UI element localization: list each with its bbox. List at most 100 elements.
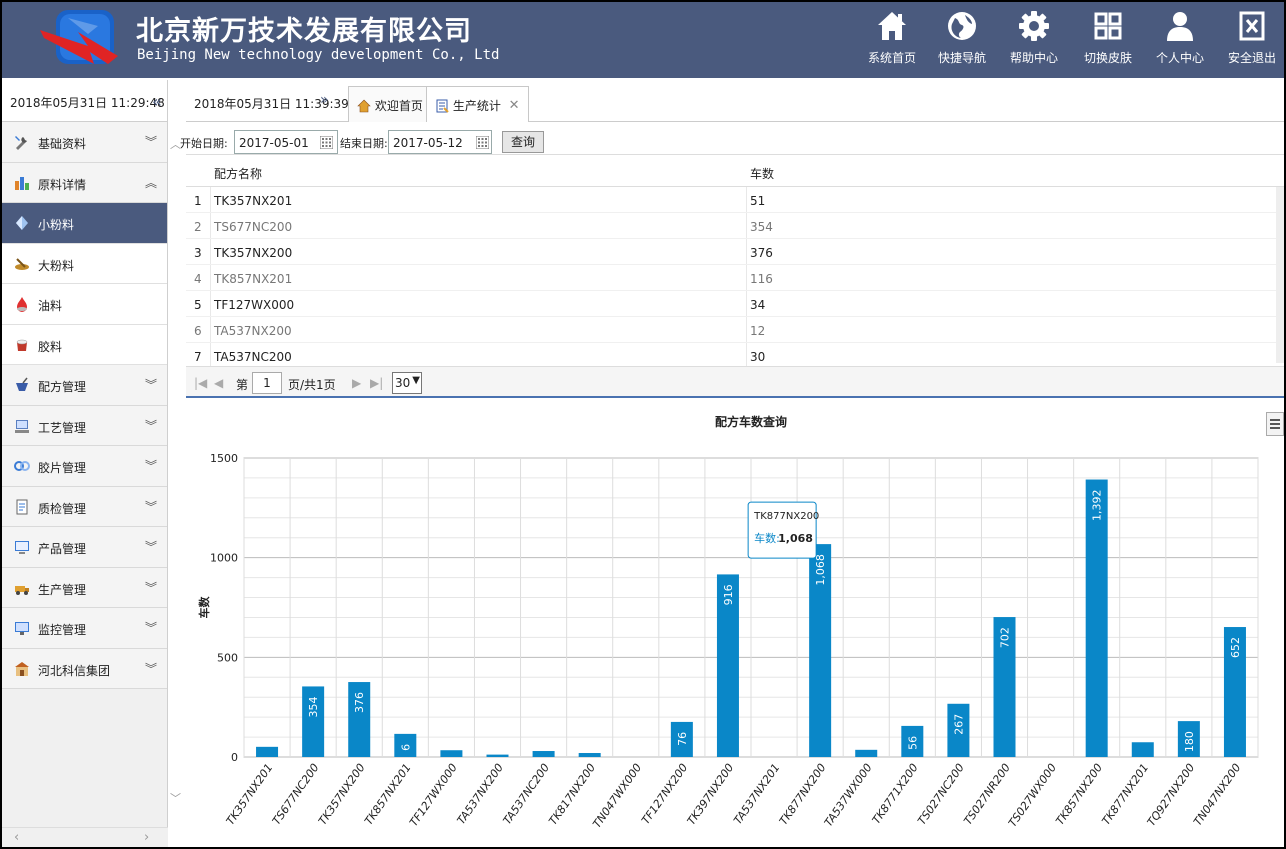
y-tick-label: 1500 <box>210 452 238 465</box>
table-row[interactable]: 6 TA537NX200 12 <box>186 317 1284 343</box>
row-number: 3 <box>194 246 202 260</box>
grid-icon <box>1094 12 1122 40</box>
query-button[interactable]: 查询 <box>502 131 544 153</box>
menu-inspection-label: 质检管理 <box>38 501 87 516</box>
sidebar-expand-button[interactable]: » <box>320 92 329 108</box>
chevron-down-icon: ︾ <box>144 661 157 676</box>
table-row[interactable]: 4 TK857NX201 116 <box>186 265 1284 291</box>
tools-icon <box>15 136 27 150</box>
menu-monitor-label: 监控管理 <box>38 623 87 637</box>
company-logo <box>40 10 118 64</box>
row-number: 7 <box>194 350 202 364</box>
nav-skin-button[interactable]: 切换皮肤 <box>1078 8 1138 72</box>
chart-menu-button[interactable] <box>1266 412 1284 436</box>
first-page-icon[interactable]: |◀ <box>194 376 207 390</box>
menu-basic-data-label: 基础资料 <box>38 137 87 151</box>
scroll-left-icon[interactable]: ‹ <box>14 830 19 845</box>
menu-company[interactable]: 河北科信集团 ︾ <box>2 648 167 689</box>
main-panel: 2018年05月31日 11:39:39 » 欢迎首页 生产统计 ✕ 开始日期:… <box>180 80 1284 847</box>
prev-page-icon[interactable]: ◀ <box>214 376 223 390</box>
cell-formula: TK357NX200 <box>214 246 293 260</box>
cell-count: 34 <box>750 298 766 312</box>
menu-materials-label: 原料详情 <box>38 177 87 192</box>
nav-quicknav-button[interactable]: 快捷导航 <box>932 8 992 72</box>
sidebar-collapse-button[interactable]: « <box>147 92 167 111</box>
app-window: 北京新万技术发展有限公司 Beijing New technology deve… <box>2 2 1284 847</box>
y-tick-label: 1000 <box>210 552 238 565</box>
sidebar-vertical-scrollbar[interactable]: ︿ ﹀ <box>168 122 184 827</box>
table-row[interactable]: 2 TS677NC200 354 <box>186 213 1284 239</box>
data-label: 376 <box>353 692 366 713</box>
rubber-icon <box>16 339 28 351</box>
close-icon[interactable]: ✕ <box>509 98 520 113</box>
menu-basic-data[interactable]: 基础资料 ︾ <box>2 122 167 163</box>
column-header-formula[interactable]: 配方名称 <box>214 165 262 182</box>
row-number: 5 <box>194 298 202 312</box>
column-header-count[interactable]: 车数 <box>750 165 774 182</box>
y-axis-label: 车数 <box>197 596 211 619</box>
row-number: 4 <box>194 272 202 286</box>
pagination-bar: |◀ ◀ 第 1 页/共1页 ▶ ▶| 30 ▼ <box>186 366 1284 398</box>
chevron-down-icon: ︾ <box>144 135 157 149</box>
menu-production[interactable]: 生产管理 ︾ <box>2 567 167 608</box>
tab-welcome-label: 欢迎首页 <box>374 99 423 113</box>
submenu-large-powder-label: 大粉料 <box>38 258 75 273</box>
menu-process[interactable]: 工艺管理 ︾ <box>2 405 167 446</box>
materials-icon <box>15 176 29 190</box>
cell-count: 116 <box>750 272 773 286</box>
data-label: 1,392 <box>1091 490 1104 522</box>
scroll-down-icon[interactable]: ﹀ <box>170 790 181 806</box>
menu-inspection[interactable]: 质检管理 ︾ <box>2 486 167 527</box>
bar <box>855 749 878 757</box>
chart-panel: 配方车数查询 0 500 1000 1500 车数 TK357NX201 354 TS677NC… <box>186 400 1284 847</box>
submenu-small-powder[interactable]: 小粉料 <box>2 203 167 244</box>
bar <box>486 754 509 757</box>
chevron-down-icon: ︾ <box>144 580 157 595</box>
table-row[interactable]: 1 TK357NX201 51 <box>186 187 1284 213</box>
x-tick-label: TS027WX000 <box>1006 761 1059 829</box>
data-label: 1,068 <box>814 554 827 586</box>
submenu-oil[interactable]: 油料 <box>2 284 167 325</box>
row-number: 2 <box>194 220 202 234</box>
menu-materials[interactable]: 原料详情 ︽ <box>2 162 167 203</box>
tab-welcome[interactable]: 欢迎首页 <box>348 86 432 122</box>
table-row[interactable]: 3 TK357NX200 376 <box>186 239 1284 265</box>
nav-home-button[interactable]: 系统首页 <box>862 8 922 72</box>
submenu-rubber[interactable]: 胶料 <box>2 324 167 365</box>
small-powder-icon <box>16 216 28 230</box>
calendar-icon[interactable] <box>476 136 489 149</box>
x-tick-label: TK357NX200 <box>316 761 368 827</box>
nav-help-button[interactable]: 帮助中心 <box>1004 8 1064 72</box>
scroll-right-icon[interactable]: › <box>144 830 149 845</box>
menu-formula[interactable]: 配方管理 ︾ <box>2 365 167 406</box>
table-row[interactable]: 5 TF127WX000 34 <box>186 291 1284 317</box>
x-tick-label: TN047WX000 <box>590 761 644 830</box>
page-number-input[interactable]: 1 <box>252 372 282 394</box>
x-tick-label: TK877NX200 <box>777 761 829 827</box>
data-label: 180 <box>1183 731 1196 752</box>
next-page-icon[interactable]: ▶ <box>352 376 361 390</box>
bar-chart: 配方车数查询 0 500 1000 1500 车数 TK357NX201 354 TS677NC… <box>197 414 1259 830</box>
nav-logout-button[interactable]: 安全退出 <box>1222 8 1282 72</box>
tab-production-stats[interactable]: 生产统计 ✕ <box>426 86 529 122</box>
submenu-oil-label: 油料 <box>38 299 63 313</box>
tab-production-stats-label: 生产统计 <box>452 99 501 113</box>
home-tab-icon <box>357 99 371 112</box>
sidebar-datetime: 2018年05月31日 11:29:48 <box>10 96 165 110</box>
nav-profile-button[interactable]: 个人中心 <box>1150 8 1210 72</box>
menu-monitor[interactable]: 监控管理 ︾ <box>2 608 167 649</box>
x-tick-label: TS677NC200 <box>270 761 322 827</box>
page-size-select[interactable]: 30 ▼ <box>392 372 422 394</box>
grid-scrollbar[interactable] <box>1276 187 1284 363</box>
tooltip-value: 1,068 <box>778 532 813 545</box>
x-tick-label: TF127WX000 <box>407 761 460 829</box>
menu-product[interactable]: 产品管理 ︾ <box>2 527 167 568</box>
nav-profile-label: 个人中心 <box>1155 51 1204 65</box>
calendar-icon[interactable] <box>320 136 333 149</box>
x-tick-label: TS027NC200 <box>915 761 967 827</box>
menu-film[interactable]: 胶片管理 ︾ <box>2 446 167 487</box>
submenu-large-powder[interactable]: 大粉料 <box>2 243 167 284</box>
sidebar-horizontal-scrollbar[interactable]: ‹ › <box>2 827 168 847</box>
company-icon <box>15 661 29 676</box>
last-page-icon[interactable]: ▶| <box>370 376 383 390</box>
